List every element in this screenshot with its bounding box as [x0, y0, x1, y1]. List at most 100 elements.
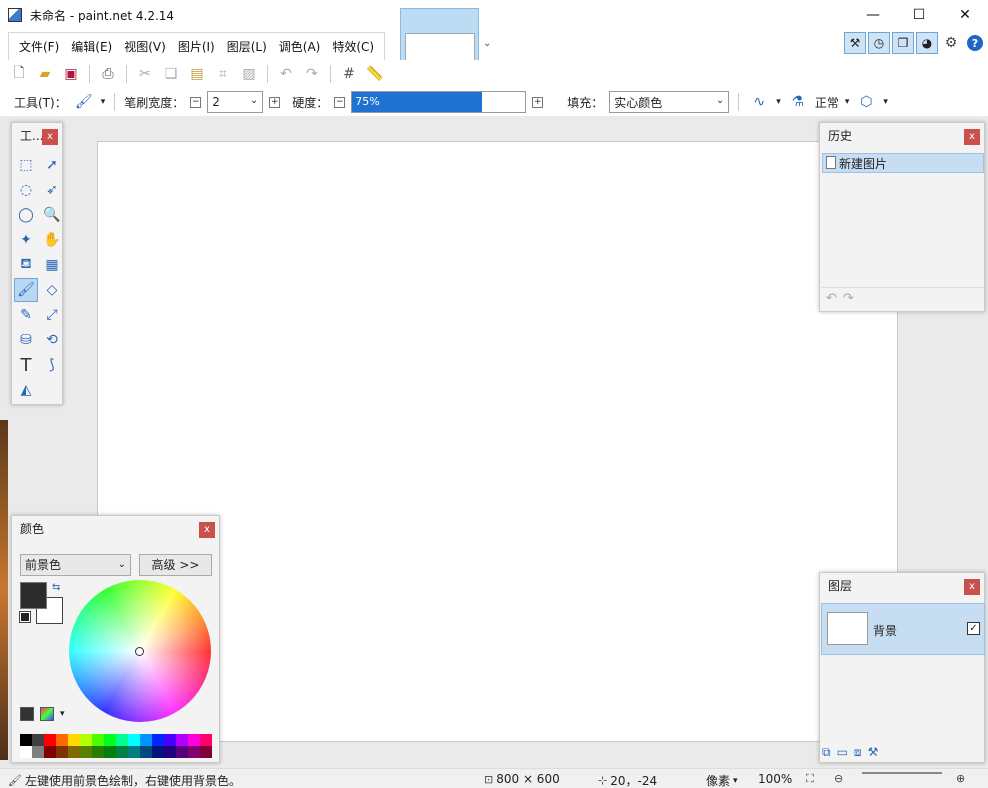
palette-swatch[interactable] — [80, 746, 92, 758]
palette-swatch[interactable] — [188, 746, 200, 758]
palette-swatch[interactable] — [92, 734, 104, 746]
history-item[interactable]: 新建图片 — [822, 153, 984, 173]
palette-swatch[interactable] — [20, 746, 32, 758]
merge-layer-icon[interactable]: ⧈ — [854, 745, 862, 760]
zoom-slider[interactable] — [862, 772, 942, 774]
menu-file[interactable]: 文件(F) — [13, 34, 65, 60]
palette-swatch[interactable] — [116, 746, 128, 758]
close-button[interactable]: ✕ — [942, 0, 988, 30]
palette-swatch[interactable] — [128, 734, 140, 746]
deselect-icon[interactable]: ▨ — [238, 63, 260, 85]
color-target-select[interactable]: 前景色 ⌄ — [20, 554, 131, 576]
color-picker-icon[interactable]: ⤢ — [40, 303, 64, 327]
units-select[interactable]: 像素 ▾ — [706, 772, 738, 788]
gradient-icon[interactable]: ▦ — [40, 253, 64, 277]
palette-swatch[interactable] — [164, 746, 176, 758]
hardness-decrease-icon[interactable]: − — [334, 96, 346, 108]
hardness-increase-icon[interactable]: + — [532, 96, 544, 108]
palette-swatch[interactable] — [176, 734, 188, 746]
fill-mode-select[interactable]: 实心颜色 ⌄ — [609, 91, 730, 113]
palette-swatch[interactable] — [44, 734, 56, 746]
paint-bucket-icon[interactable]: ⛾ — [14, 253, 38, 277]
palette-swatch[interactable] — [188, 734, 200, 746]
palette-swatch[interactable] — [56, 746, 68, 758]
tools-window-toggle-icon[interactable]: ⚒ — [844, 32, 866, 54]
hardness-slider[interactable]: 75% — [351, 91, 527, 113]
color-palette[interactable] — [20, 734, 212, 758]
zoom-to-window-icon[interactable]: ⛶ — [806, 772, 814, 786]
palette-swatch[interactable] — [200, 734, 212, 746]
palette-menu-icon[interactable] — [40, 707, 54, 721]
history-undo-icon[interactable]: ↶ — [826, 291, 837, 306]
print-icon[interactable]: ⎙ — [97, 63, 119, 85]
line-curve-icon[interactable]: ⟆ — [40, 353, 64, 377]
recolor-icon[interactable]: ⟲ — [40, 328, 64, 352]
help-icon[interactable]: ? — [964, 32, 986, 54]
palette-swatch[interactable] — [140, 734, 152, 746]
add-layer-icon[interactable]: ⧉ — [822, 745, 831, 760]
image-list-chevron-icon[interactable]: ⌄ — [483, 38, 491, 49]
antialiasing-chevron-icon[interactable]: ▾ — [776, 97, 781, 107]
redo-icon[interactable]: ↷ — [301, 63, 323, 85]
palette-swatch[interactable] — [152, 734, 164, 746]
zoom-in-icon[interactable]: ⊕ — [956, 772, 965, 785]
palette-swatch[interactable] — [128, 746, 140, 758]
layers-panel-close-icon[interactable]: x — [964, 579, 980, 595]
history-panel-close-icon[interactable]: x — [964, 129, 980, 145]
add-color-to-palette-icon[interactable] — [20, 707, 34, 721]
undo-icon[interactable]: ↶ — [275, 63, 297, 85]
move-selected-pixels-icon[interactable]: ➚ — [40, 153, 64, 177]
maximize-button[interactable]: ☐ — [896, 0, 942, 30]
new-file-icon[interactable]: 🗋 — [8, 63, 30, 85]
history-window-toggle-icon[interactable]: ◷ — [868, 32, 890, 54]
minimize-button[interactable]: — — [850, 0, 896, 30]
open-folder-icon[interactable]: ▰ — [34, 63, 56, 85]
palette-swatch[interactable] — [92, 746, 104, 758]
zoom-readout[interactable]: 100% — [758, 772, 792, 786]
palette-swatch[interactable] — [164, 734, 176, 746]
menu-view[interactable]: 视图(V) — [118, 34, 172, 60]
paintbrush-icon[interactable]: 🖌 — [14, 278, 38, 302]
menu-image[interactable]: 图片(I) — [172, 34, 221, 60]
menu-edit[interactable]: 编辑(E) — [65, 34, 118, 60]
pencil-icon[interactable]: ✎ — [14, 303, 38, 327]
eraser-icon[interactable]: ◇ — [40, 278, 64, 302]
rectangle-select-icon[interactable]: ⬚ — [14, 153, 38, 177]
grid-icon[interactable]: # — [338, 63, 360, 85]
palette-menu-chevron-icon[interactable]: ▾ — [60, 709, 65, 719]
blend-mode-value[interactable]: 正常 — [815, 94, 839, 111]
brush-width-input[interactable]: 2 ⌄ — [207, 91, 264, 113]
crop-icon[interactable]: ⌗ — [212, 63, 234, 85]
paste-icon[interactable]: ▤ — [186, 63, 208, 85]
palette-swatch[interactable] — [20, 734, 32, 746]
delete-layer-icon[interactable]: ▭ — [837, 745, 848, 760]
palette-swatch[interactable] — [116, 734, 128, 746]
cut-icon[interactable]: ✂ — [134, 63, 156, 85]
palette-swatch[interactable] — [56, 734, 68, 746]
tool-dropdown-chevron-icon[interactable]: ▾ — [101, 97, 106, 107]
ellipse-select-icon[interactable]: ◯ — [14, 203, 38, 227]
selection-mode-chevron-icon[interactable]: ▾ — [883, 97, 888, 107]
brush-width-increase-icon[interactable]: + — [269, 96, 281, 108]
advanced-colors-button[interactable]: 高级 >> — [139, 554, 212, 576]
palette-swatch[interactable] — [68, 746, 80, 758]
save-icon[interactable]: ▣ — [60, 63, 82, 85]
menu-layers[interactable]: 图层(L) — [221, 34, 273, 60]
palette-swatch[interactable] — [80, 734, 92, 746]
tools-panel-close-icon[interactable]: x — [42, 129, 58, 145]
palette-swatch[interactable] — [104, 746, 116, 758]
move-selection-icon[interactable]: ➶ — [40, 178, 64, 202]
blend-mode-flask-icon[interactable]: ⚗ — [787, 91, 809, 113]
layer-visibility-checkbox[interactable]: ✓ — [967, 622, 980, 635]
palette-swatch[interactable] — [32, 746, 44, 758]
blend-mode-chevron-icon[interactable]: ▾ — [845, 97, 850, 107]
palette-swatch[interactable] — [152, 746, 164, 758]
swap-colors-icon[interactable]: ⇆ — [52, 582, 60, 593]
zoom-out-icon[interactable]: ⊖ — [834, 772, 843, 785]
text-icon[interactable]: T — [14, 353, 38, 377]
layer-properties-icon[interactable]: ⚒ — [868, 745, 879, 760]
palette-swatch[interactable] — [104, 734, 116, 746]
palette-swatch[interactable] — [200, 746, 212, 758]
magic-wand-icon[interactable]: ✦ — [14, 228, 38, 252]
menu-adjustments[interactable]: 调色(A) — [273, 34, 327, 60]
